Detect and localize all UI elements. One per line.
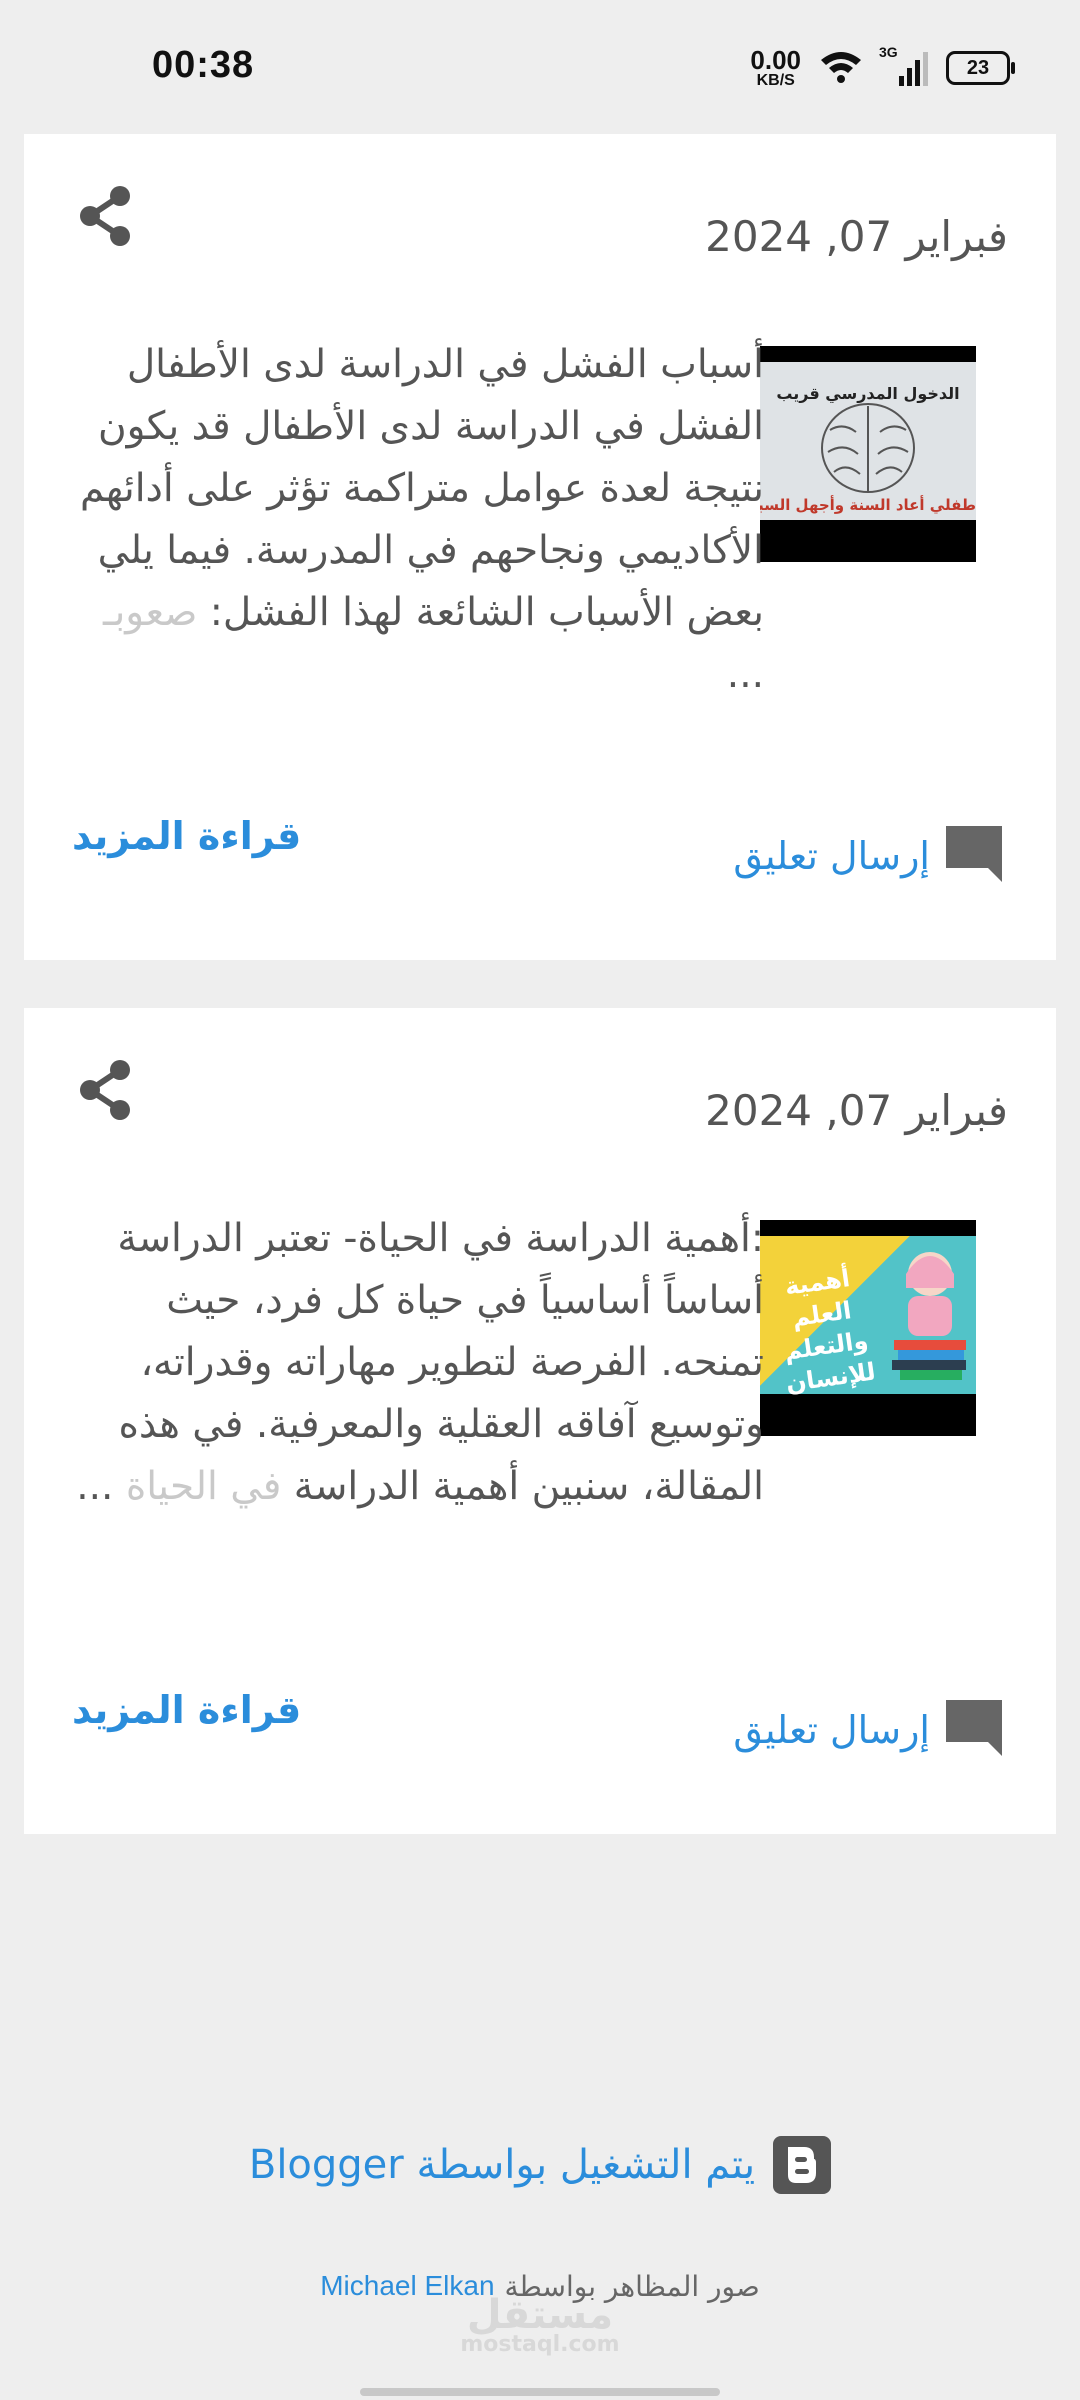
comment-icon [944, 1698, 1004, 1762]
post-date: فبراير 07, 2024 [705, 212, 1008, 261]
status-icons: 0.00 KB/S 3G 23 [750, 44, 1015, 90]
network-type-label: 3G [879, 44, 898, 60]
read-more-link[interactable]: قراءة المزيد [72, 1688, 301, 1732]
status-bar: 00:38 0.00 KB/S 3G 23 [0, 0, 1080, 134]
read-more-link[interactable]: قراءة المزيد [72, 814, 301, 858]
post-snippet-ellipsis: ... [76, 1464, 114, 1509]
post-date: فبراير 07, 2024 [705, 1086, 1008, 1135]
girl-illustration-icon [890, 1244, 970, 1388]
post-snippet: أسباب الفشل في الدراسة لدى الأطفال الفشل… [64, 334, 764, 706]
thumbnail-caption-bottom: طفلي أعاد السنة وأجهل السبب [760, 496, 976, 514]
mostaql-watermark: مستقل mostaql.com [0, 2292, 1080, 2357]
blogger-icon [773, 2136, 832, 2194]
post-card: فبراير 07, 2024 الدخول المدرسي قريب طفلي… [24, 134, 1056, 960]
brain-icon [818, 400, 918, 502]
powered-by-blogger-link[interactable]: يتم التشغيل بواسطة Blogger [0, 2136, 1080, 2194]
post-thumbnail[interactable]: الدخول المدرسي قريب طفلي أعاد السنة وأجه… [760, 346, 976, 562]
post-snippet: :أهمية الدراسة في الحياة- تعتبر الدراسة … [64, 1208, 764, 1518]
post-snippet-faded: في الحياة [125, 1464, 282, 1509]
post-comment-button[interactable]: إرسال تعليق [733, 824, 1004, 888]
network-speed-unit: KB/S [756, 72, 795, 89]
share-icon[interactable] [76, 1058, 136, 1122]
network-speed-value: 0.00 [750, 45, 801, 75]
battery-icon: 23 [946, 51, 1015, 85]
post-comment-label: إرسال تعليق [733, 1708, 930, 1752]
thumbnail-caption: أهمية العلم والتعلم للإنسان [782, 1264, 878, 1398]
home-indicator[interactable] [360, 2388, 720, 2396]
comment-icon [944, 824, 1004, 888]
network-speed: 0.00 KB/S [750, 47, 801, 89]
post-snippet-faded: صعوبـ [103, 590, 198, 635]
post-thumbnail[interactable]: أهمية العلم والتعلم للإنسان [760, 1220, 976, 1436]
post-comment-label: إرسال تعليق [733, 834, 930, 878]
post-snippet-ellipsis: ... [726, 652, 764, 697]
post-card: فبراير 07, 2024 أهمية العلم والتعلم للإن… [24, 1008, 1056, 1834]
cell-signal-icon: 3G [879, 44, 928, 86]
post-comment-button[interactable]: إرسال تعليق [733, 1698, 1004, 1762]
status-time: 00:38 [152, 44, 255, 86]
watermark-subtext: mostaql.com [460, 2332, 620, 2357]
powered-by-text: يتم التشغيل بواسطة Blogger [248, 2142, 756, 2188]
battery-level: 23 [966, 56, 990, 79]
wifi-icon [819, 48, 863, 88]
share-icon[interactable] [76, 184, 136, 248]
